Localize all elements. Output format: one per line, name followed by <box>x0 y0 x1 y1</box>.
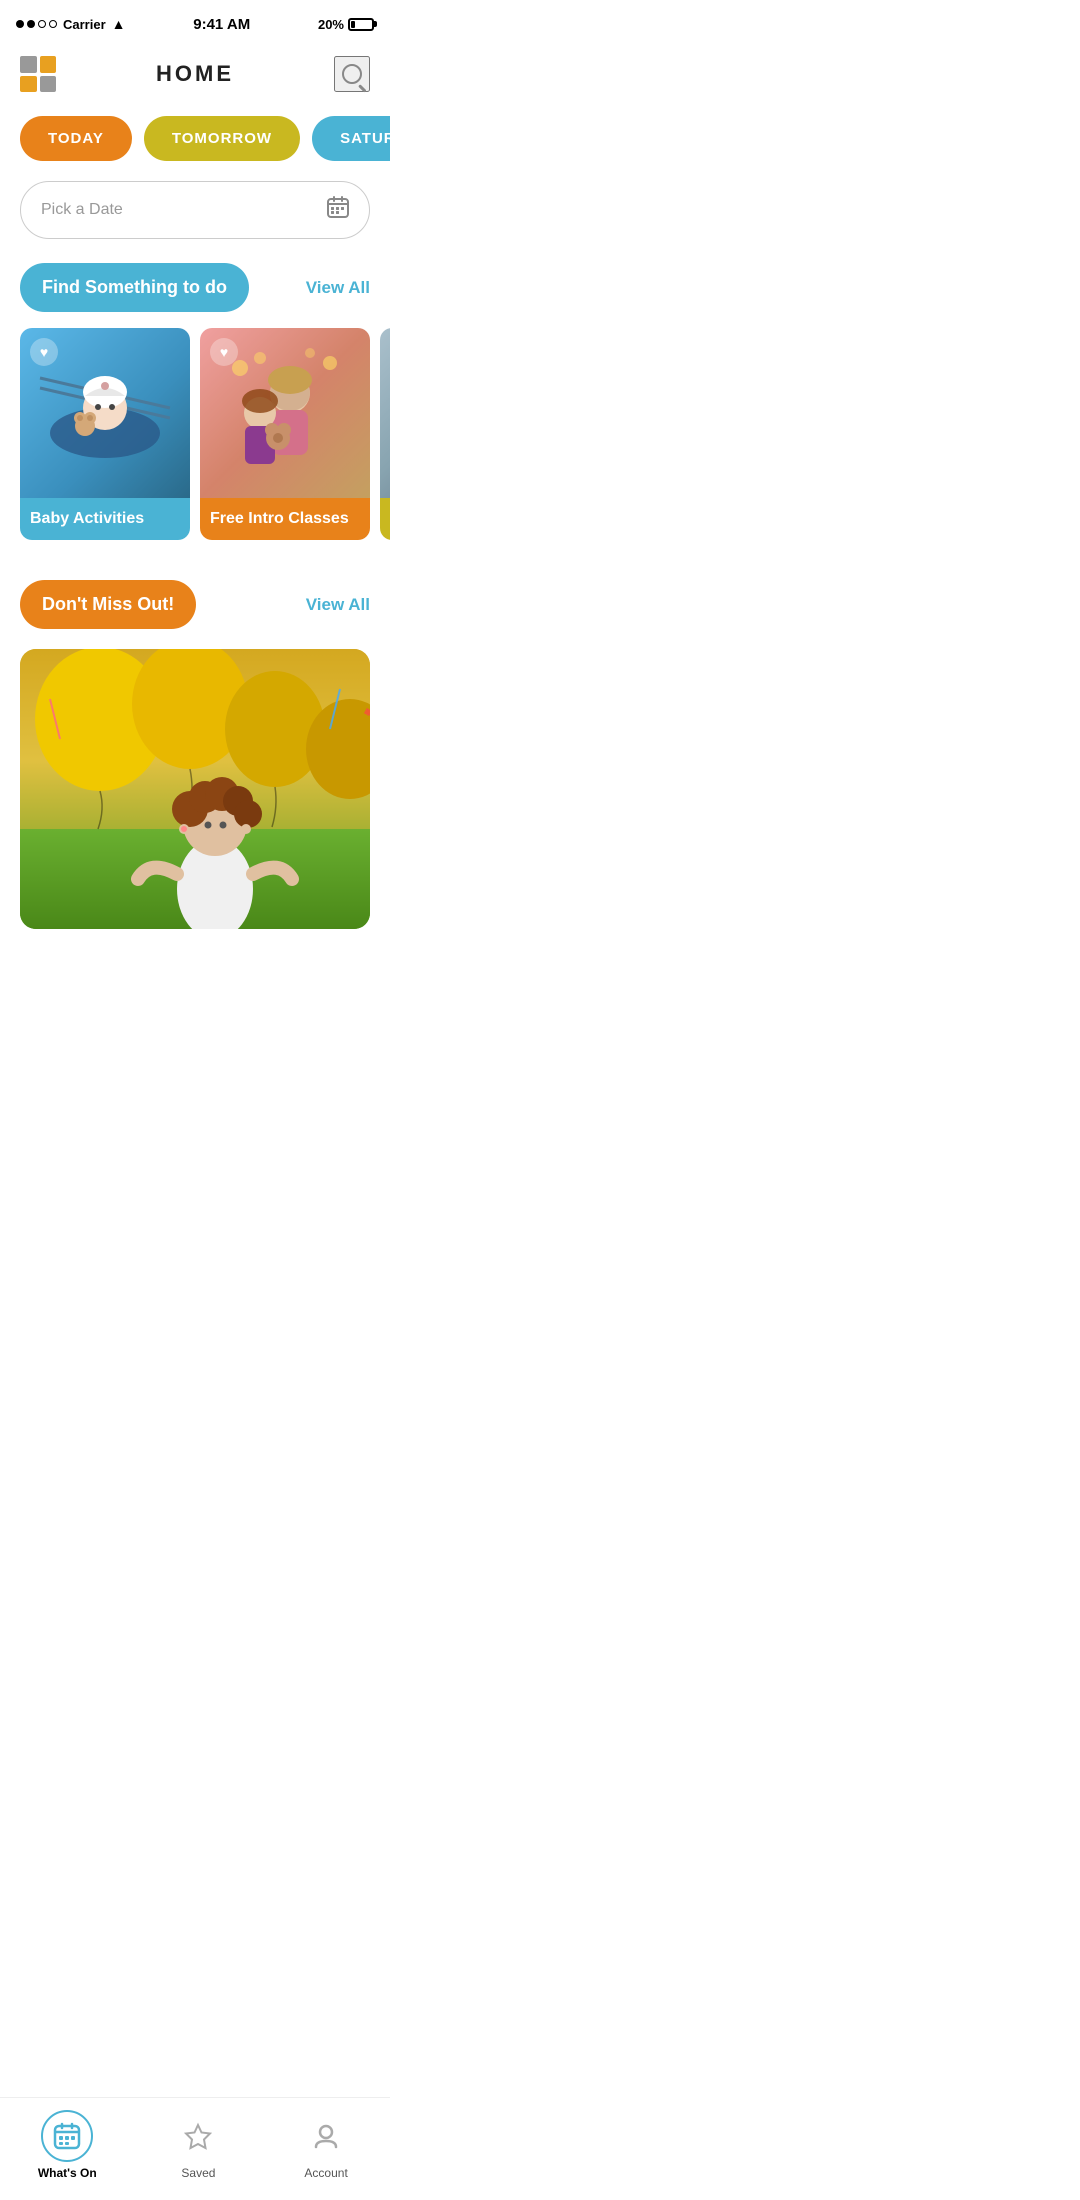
find-section-label: Find Something to do <box>20 263 249 312</box>
account-nav-icon <box>312 2122 340 2150</box>
status-time: 9:41 AM <box>193 16 250 33</box>
star-nav-icon <box>184 2122 212 2150</box>
whats-on-icon-wrap <box>41 2110 93 2162</box>
best-of-label: Best of <box>380 498 390 540</box>
calendar-nav-icon <box>53 2122 81 2150</box>
nav-saved[interactable]: Saved <box>172 2110 224 2180</box>
battery-icon <box>348 18 374 31</box>
tomorrow-button[interactable]: TOMORROW <box>144 116 300 161</box>
best-of-card[interactable]: ♥ <box>380 328 390 540</box>
dont-miss-section: Don't Miss Out! View All <box>0 564 390 929</box>
best-illustration <box>380 338 390 488</box>
bottom-nav: What's On Saved Account <box>0 2097 390 2200</box>
feature-illustration <box>20 649 370 929</box>
saved-icon-wrap <box>172 2110 224 2162</box>
today-button[interactable]: TODAY <box>20 116 132 161</box>
baby-activities-image: ♥ <box>20 328 190 498</box>
calendar-icon <box>327 196 349 224</box>
feature-image <box>20 649 370 929</box>
activity-cards-list: ♥ <box>0 324 390 564</box>
find-section-header: Find Something to do View All <box>0 255 390 324</box>
whats-on-label: What's On <box>38 2166 97 2180</box>
wifi-icon: ▲ <box>112 16 126 32</box>
date-picker[interactable]: Pick a Date <box>20 181 370 239</box>
best-of-image: ♥ <box>380 328 390 498</box>
app-header: HOME <box>0 44 390 108</box>
baby-activities-label: Baby Activities <box>20 498 190 540</box>
search-icon <box>342 64 362 84</box>
nav-account[interactable]: Account <box>300 2110 352 2180</box>
nav-whats-on[interactable]: What's On <box>38 2110 97 2180</box>
dont-miss-view-all-button[interactable]: View All <box>306 595 370 615</box>
free-intro-label: Free Intro Classes <box>200 498 370 540</box>
saturday-button[interactable]: SATURDAY <box>312 116 390 161</box>
status-left: Carrier ▲ <box>16 16 126 32</box>
app-logo-icon <box>20 56 56 92</box>
baby-favorite-button[interactable]: ♥ <box>30 338 58 366</box>
free-intro-card[interactable]: ♥ <box>200 328 370 540</box>
dont-miss-header: Don't Miss Out! View All <box>0 572 390 641</box>
account-label: Account <box>304 2166 347 2180</box>
baby-activities-card[interactable]: ♥ <box>20 328 190 540</box>
date-picker-container: Pick a Date <box>0 177 390 255</box>
day-filter-bar: TODAY TOMORROW SATURDAY SUNDAY <box>0 108 390 177</box>
find-view-all-button[interactable]: View All <box>306 278 370 298</box>
status-bar: Carrier ▲ 9:41 AM 20% <box>0 0 390 44</box>
search-button[interactable] <box>334 56 370 92</box>
carrier-label: Carrier <box>63 17 106 32</box>
feature-image-wrap[interactable] <box>20 649 370 929</box>
saved-label: Saved <box>181 2166 215 2180</box>
intro-favorite-button[interactable]: ♥ <box>210 338 238 366</box>
date-picker-placeholder: Pick a Date <box>41 201 123 219</box>
free-intro-image: ♥ <box>200 328 370 498</box>
account-icon-wrap <box>300 2110 352 2162</box>
dont-miss-label: Don't Miss Out! <box>20 580 196 629</box>
signal-icon <box>16 20 57 28</box>
status-right: 20% <box>318 17 374 32</box>
page-title: HOME <box>156 61 234 87</box>
battery-percent: 20% <box>318 17 344 32</box>
